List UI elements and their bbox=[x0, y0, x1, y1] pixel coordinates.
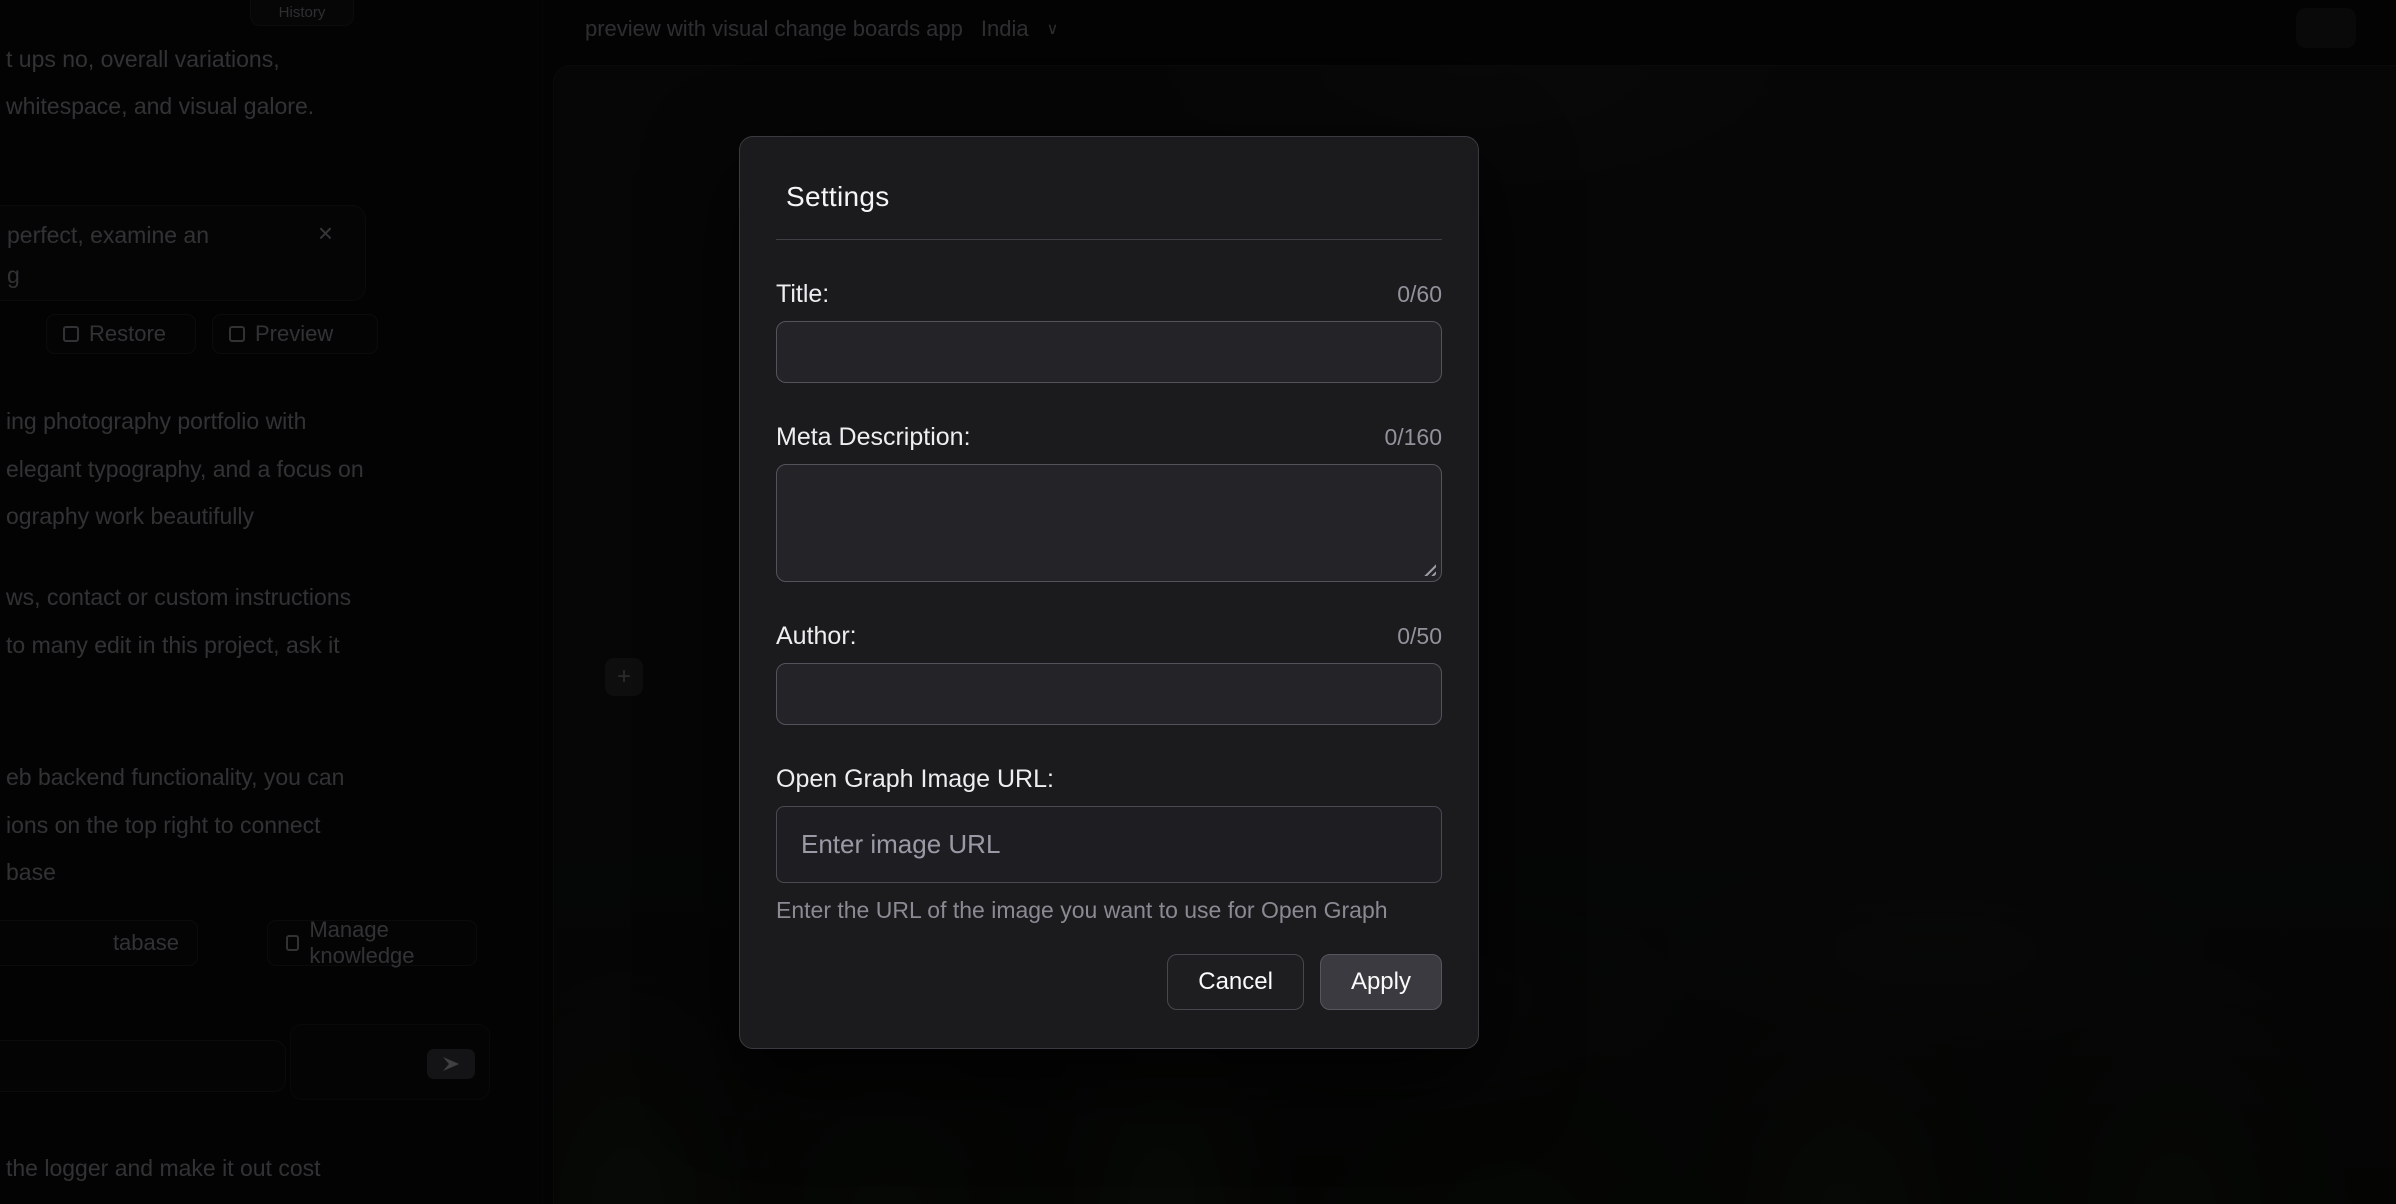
apply-button[interactable]: Apply bbox=[1320, 954, 1442, 1010]
og-image-url-helper: Enter the URL of the image you want to u… bbox=[776, 897, 1442, 924]
meta-description-textarea[interactable] bbox=[776, 464, 1442, 582]
title-counter: 0/60 bbox=[1397, 281, 1442, 308]
settings-modal: Settings Title: 0/60 Meta Description: 0… bbox=[739, 136, 1479, 1049]
title-input[interactable] bbox=[776, 321, 1442, 383]
cancel-button[interactable]: Cancel bbox=[1167, 954, 1304, 1010]
author-counter: 0/50 bbox=[1397, 623, 1442, 650]
og-image-url-input[interactable] bbox=[776, 806, 1442, 883]
app-window: History t ups no, overall variations, wh… bbox=[0, 0, 2396, 1204]
meta-description-label: Meta Description: bbox=[776, 423, 971, 452]
title-label: Title: bbox=[776, 280, 829, 309]
modal-divider bbox=[776, 239, 1442, 240]
author-input[interactable] bbox=[776, 663, 1442, 725]
author-label: Author: bbox=[776, 622, 857, 651]
modal-button-row: Cancel Apply bbox=[776, 954, 1442, 1010]
modal-title: Settings bbox=[786, 181, 1442, 213]
meta-description-counter: 0/160 bbox=[1384, 424, 1442, 451]
og-image-url-label: Open Graph Image URL: bbox=[776, 765, 1054, 794]
